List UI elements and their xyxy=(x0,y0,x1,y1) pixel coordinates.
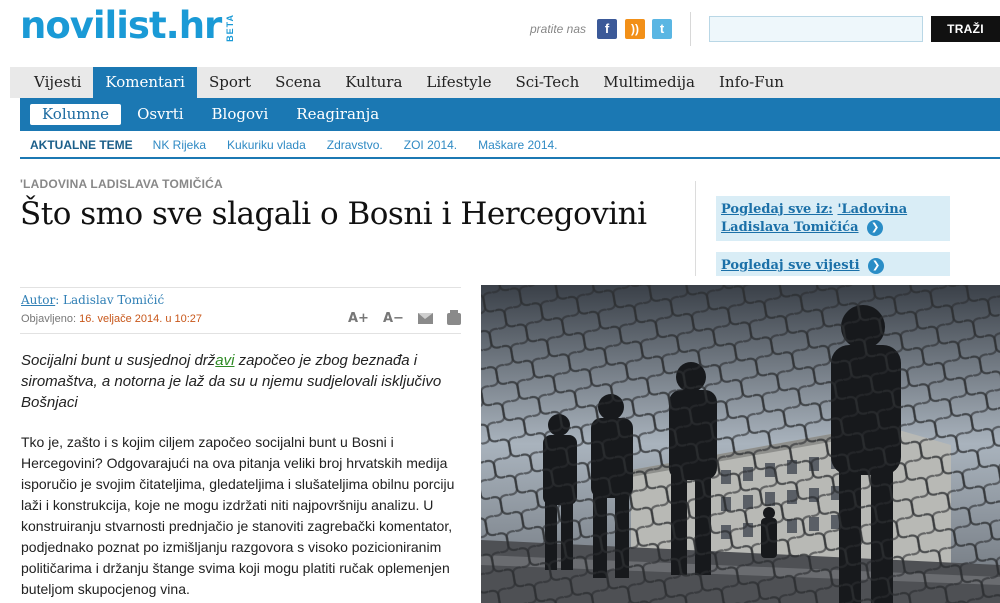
author-line: Autor: Ladislav Tomičić xyxy=(21,293,165,307)
search-input[interactable] xyxy=(709,16,923,42)
search-button[interactable]: TRAŽI xyxy=(931,16,1000,42)
header-divider xyxy=(690,12,691,46)
nav-item-kultura[interactable]: Kultura xyxy=(333,67,414,98)
article-title: Što smo sve slagali o Bosni i Hercegovin… xyxy=(20,196,647,232)
nav-item-info-fun[interactable]: Info-Fun xyxy=(707,67,796,98)
arrow-right-icon[interactable]: ❯ xyxy=(867,219,884,236)
meta-divider-bottom xyxy=(20,333,461,334)
beta-badge: BETA xyxy=(225,14,236,42)
sub-nav: Kolumne Osvrti Blogovi Reagiranja xyxy=(20,98,1000,131)
article-body: Tko je, zašto i s kojim ciljem započeo s… xyxy=(21,434,455,597)
subnav-item-kolumne[interactable]: Kolumne xyxy=(30,104,122,125)
topic-link[interactable]: NK Rijeka xyxy=(153,138,206,152)
column-kicker[interactable]: 'LADOVINA LADISLAVA TOMIČIĆA xyxy=(20,177,223,191)
print-icon[interactable] xyxy=(446,309,461,325)
facebook-icon[interactable]: f xyxy=(597,19,617,39)
main-nav: Vijesti Komentari Sport Scena Kultura Li… xyxy=(10,67,1000,98)
article-photo[interactable] xyxy=(481,285,1000,603)
nav-item-sport[interactable]: Sport xyxy=(197,67,263,98)
twitter-icon[interactable]: t xyxy=(652,19,672,39)
article-tools: A+ A− xyxy=(348,309,461,326)
published-line: Objavljeno: 16. veljače 2014. u 10:27 xyxy=(21,313,202,325)
nav-item-scena[interactable]: Scena xyxy=(263,67,333,98)
hot-topics-label: AKTUALNE TEME xyxy=(30,138,133,152)
view-all-from-column-box[interactable]: Pogledaj sve iz: 'Ladovina Ladislava Tom… xyxy=(716,196,950,241)
rss-icon[interactable]: )) xyxy=(625,19,645,39)
nav-item-lifestyle[interactable]: Lifestyle xyxy=(414,67,503,98)
font-increase-button[interactable]: A+ xyxy=(348,311,369,326)
font-decrease-button[interactable]: A− xyxy=(383,311,404,326)
author-label[interactable]: Autor xyxy=(21,293,55,307)
published-label: Objavljeno: xyxy=(21,313,77,325)
nav-item-komentari[interactable]: Komentari xyxy=(93,67,197,98)
column-divider xyxy=(695,181,696,276)
meta-divider-top xyxy=(20,287,461,288)
subnav-item-osvrti[interactable]: Osvrti xyxy=(125,104,195,125)
site-logo[interactable]: novilist.hr BETA xyxy=(20,4,235,48)
nav-item-sci-tech[interactable]: Sci-Tech xyxy=(503,67,591,98)
subnav-item-blogovi[interactable]: Blogovi xyxy=(200,104,281,125)
logo-text: novilist.hr xyxy=(20,4,222,47)
topic-link[interactable]: Zdravstvo. xyxy=(327,138,383,152)
follow-us-label: pratite nas xyxy=(530,22,587,36)
email-icon[interactable] xyxy=(417,313,433,324)
view-all-news-box[interactable]: Pogledaj sve vijesti ❯ xyxy=(716,252,950,276)
published-date: 16. veljače 2014. u 10:27 xyxy=(79,313,203,325)
topic-link[interactable]: Maškare 2014. xyxy=(478,138,557,152)
riot-police-photo xyxy=(481,285,1000,603)
view-all-from-label[interactable]: Pogledaj sve iz: xyxy=(721,202,833,217)
lead-text: Socijalni bunt u susjednoj drž xyxy=(21,352,216,369)
topic-link[interactable]: Kukuriku vlada xyxy=(227,138,306,152)
lead-keyword-link[interactable]: avi xyxy=(215,352,234,369)
hot-topics-bar: AKTUALNE TEME NK Rijeka Kukuriku vlada Z… xyxy=(20,133,1000,159)
article-lead: Socijalni bunt u susjednoj državi započe… xyxy=(21,350,451,413)
subnav-item-reagiranja[interactable]: Reagiranja xyxy=(284,104,391,125)
nav-item-multimedija[interactable]: Multimedija xyxy=(591,67,707,98)
author-name[interactable]: Ladislav Tomičić xyxy=(63,293,164,307)
topic-link[interactable]: ZOI 2014. xyxy=(404,138,457,152)
view-all-news-link[interactable]: Pogledaj sve vijesti xyxy=(721,258,860,273)
arrow-right-icon[interactable]: ❯ xyxy=(868,257,885,274)
nav-item-vijesti[interactable]: Vijesti xyxy=(10,67,93,98)
